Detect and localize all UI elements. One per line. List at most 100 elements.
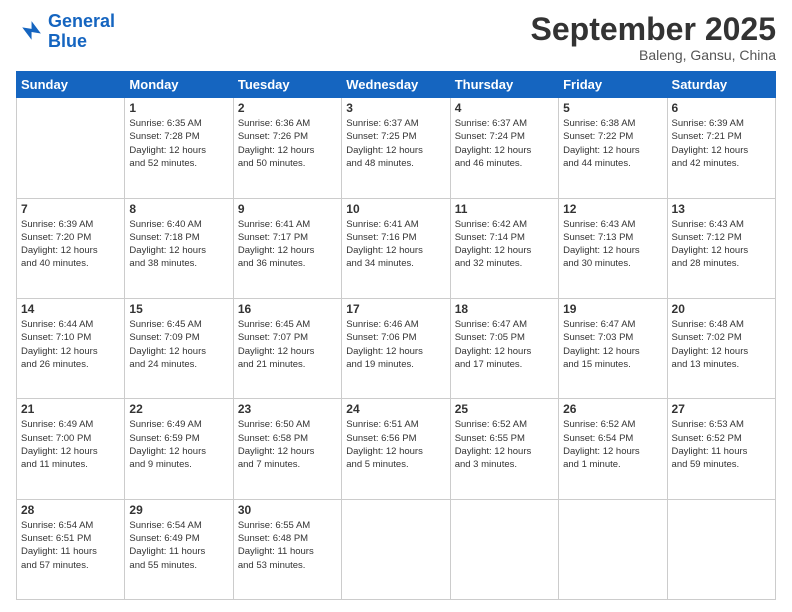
table-row bbox=[667, 499, 775, 599]
table-row: 23 Sunrise: 6:50 AMSunset: 6:58 PMDayligh… bbox=[233, 399, 341, 499]
day-number: 10 bbox=[346, 202, 445, 216]
table-row: 5 Sunrise: 6:38 AMSunset: 7:22 PMDaylight… bbox=[559, 98, 667, 198]
day-info: Sunrise: 6:51 AMSunset: 6:56 PMDaylight:… bbox=[346, 418, 445, 471]
day-number: 25 bbox=[455, 402, 554, 416]
logo-icon bbox=[16, 18, 44, 46]
table-row: 3 Sunrise: 6:37 AMSunset: 7:25 PMDaylight… bbox=[342, 98, 450, 198]
table-row: 18Sunrise: 6:47 AMSunset: 7:05 PMDayligh… bbox=[450, 298, 558, 398]
logo-text: General Blue bbox=[48, 12, 115, 52]
col-wednesday: Wednesday bbox=[342, 72, 450, 98]
calendar-week-row: 28 Sunrise: 6:54 AMSunset: 6:51 PMDayligh… bbox=[17, 499, 776, 599]
day-number: 4 bbox=[455, 101, 554, 115]
header: General Blue September 2025 Baleng, Gans… bbox=[16, 12, 776, 63]
day-info: Sunrise: 6:52 AMSunset: 6:55 PMDaylight:… bbox=[455, 418, 554, 471]
page: General Blue September 2025 Baleng, Gans… bbox=[0, 0, 792, 612]
col-sunday: Sunday bbox=[17, 72, 125, 98]
table-row: 7 Sunrise: 6:39 AMSunset: 7:20 PMDaylight… bbox=[17, 198, 125, 298]
day-info: Sunrise: 6:48 AMSunset: 7:02 PMDaylight:… bbox=[672, 318, 771, 371]
col-monday: Monday bbox=[125, 72, 233, 98]
day-number: 7 bbox=[21, 202, 120, 216]
table-row: 6Sunrise: 6:39 AMSunset: 7:21 PMDaylight… bbox=[667, 98, 775, 198]
day-number: 8 bbox=[129, 202, 228, 216]
table-row: 1Sunrise: 6:35 AMSunset: 7:28 PMDaylight… bbox=[125, 98, 233, 198]
day-number: 26 bbox=[563, 402, 662, 416]
day-number: 3 bbox=[346, 101, 445, 115]
title-block: September 2025 Baleng, Gansu, China bbox=[531, 12, 776, 63]
table-row: 8 Sunrise: 6:40 AMSunset: 7:18 PMDaylight… bbox=[125, 198, 233, 298]
day-number: 12 bbox=[563, 202, 662, 216]
day-info: Sunrise: 6:54 AMSunset: 6:49 PMDaylight:… bbox=[129, 519, 228, 572]
day-info: Sunrise: 6:45 AMSunset: 7:09 PMDaylight:… bbox=[129, 318, 228, 371]
table-row: 26 Sunrise: 6:52 AMSunset: 6:54 PMDayligh… bbox=[559, 399, 667, 499]
day-info: Sunrise: 6:38 AMSunset: 7:22 PMDaylight:… bbox=[563, 117, 662, 170]
calendar-week-row: 1Sunrise: 6:35 AMSunset: 7:28 PMDaylight… bbox=[17, 98, 776, 198]
table-row: 12 Sunrise: 6:43 AMSunset: 7:13 PMDayligh… bbox=[559, 198, 667, 298]
day-info: Sunrise: 6:36 AMSunset: 7:26 PMDaylight:… bbox=[238, 117, 337, 170]
table-row: 24 Sunrise: 6:51 AMSunset: 6:56 PMDayligh… bbox=[342, 399, 450, 499]
calendar-week-row: 7 Sunrise: 6:39 AMSunset: 7:20 PMDaylight… bbox=[17, 198, 776, 298]
day-info: Sunrise: 6:41 AMSunset: 7:16 PMDaylight:… bbox=[346, 218, 445, 271]
calendar-week-row: 21 Sunrise: 6:49 AMSunset: 7:00 PMDayligh… bbox=[17, 399, 776, 499]
day-info: Sunrise: 6:49 AMSunset: 7:00 PMDaylight:… bbox=[21, 418, 120, 471]
col-friday: Friday bbox=[559, 72, 667, 98]
table-row bbox=[17, 98, 125, 198]
table-row: 27Sunrise: 6:53 AMSunset: 6:52 PMDayligh… bbox=[667, 399, 775, 499]
day-info: Sunrise: 6:42 AMSunset: 7:14 PMDaylight:… bbox=[455, 218, 554, 271]
day-info: Sunrise: 6:43 AMSunset: 7:13 PMDaylight:… bbox=[563, 218, 662, 271]
table-row: 4Sunrise: 6:37 AMSunset: 7:24 PMDaylight… bbox=[450, 98, 558, 198]
calendar-table: Sunday Monday Tuesday Wednesday Thursday… bbox=[16, 71, 776, 600]
day-info: Sunrise: 6:54 AMSunset: 6:51 PMDaylight:… bbox=[21, 519, 120, 572]
table-row: 14 Sunrise: 6:44 AMSunset: 7:10 PMDayligh… bbox=[17, 298, 125, 398]
day-number: 24 bbox=[346, 402, 445, 416]
day-info: Sunrise: 6:39 AMSunset: 7:20 PMDaylight:… bbox=[21, 218, 120, 271]
table-row: 17 Sunrise: 6:46 AMSunset: 7:06 PMDayligh… bbox=[342, 298, 450, 398]
day-info: Sunrise: 6:43 AMSunset: 7:12 PMDaylight:… bbox=[672, 218, 771, 271]
day-info: Sunrise: 6:55 AMSunset: 6:48 PMDaylight:… bbox=[238, 519, 337, 572]
calendar-week-row: 14 Sunrise: 6:44 AMSunset: 7:10 PMDayligh… bbox=[17, 298, 776, 398]
calendar-title: September 2025 bbox=[531, 12, 776, 47]
logo-line1: General bbox=[48, 11, 115, 31]
table-row: 22 Sunrise: 6:49 AMSunset: 6:59 PMDayligh… bbox=[125, 399, 233, 499]
day-info: Sunrise: 6:46 AMSunset: 7:06 PMDaylight:… bbox=[346, 318, 445, 371]
day-number: 18 bbox=[455, 302, 554, 316]
day-number: 28 bbox=[21, 503, 120, 517]
day-number: 5 bbox=[563, 101, 662, 115]
day-number: 23 bbox=[238, 402, 337, 416]
day-info: Sunrise: 6:44 AMSunset: 7:10 PMDaylight:… bbox=[21, 318, 120, 371]
table-row bbox=[342, 499, 450, 599]
table-row: 28 Sunrise: 6:54 AMSunset: 6:51 PMDayligh… bbox=[17, 499, 125, 599]
day-number: 15 bbox=[129, 302, 228, 316]
day-number: 29 bbox=[129, 503, 228, 517]
day-info: Sunrise: 6:50 AMSunset: 6:58 PMDaylight:… bbox=[238, 418, 337, 471]
calendar-subtitle: Baleng, Gansu, China bbox=[531, 47, 776, 63]
table-row: 20 Sunrise: 6:48 AMSunset: 7:02 PMDayligh… bbox=[667, 298, 775, 398]
day-info: Sunrise: 6:40 AMSunset: 7:18 PMDaylight:… bbox=[129, 218, 228, 271]
day-number: 30 bbox=[238, 503, 337, 517]
day-info: Sunrise: 6:35 AMSunset: 7:28 PMDaylight:… bbox=[129, 117, 228, 170]
day-info: Sunrise: 6:37 AMSunset: 7:25 PMDaylight:… bbox=[346, 117, 445, 170]
day-info: Sunrise: 6:52 AMSunset: 6:54 PMDaylight:… bbox=[563, 418, 662, 471]
logo: General Blue bbox=[16, 12, 115, 52]
day-number: 11 bbox=[455, 202, 554, 216]
logo-line2: Blue bbox=[48, 31, 87, 51]
day-number: 20 bbox=[672, 302, 771, 316]
day-number: 22 bbox=[129, 402, 228, 416]
table-row: 10 Sunrise: 6:41 AMSunset: 7:16 PMDayligh… bbox=[342, 198, 450, 298]
day-number: 9 bbox=[238, 202, 337, 216]
day-number: 14 bbox=[21, 302, 120, 316]
day-number: 21 bbox=[21, 402, 120, 416]
table-row: 25 Sunrise: 6:52 AMSunset: 6:55 PMDayligh… bbox=[450, 399, 558, 499]
table-row: 29 Sunrise: 6:54 AMSunset: 6:49 PMDayligh… bbox=[125, 499, 233, 599]
table-row: 11 Sunrise: 6:42 AMSunset: 7:14 PMDayligh… bbox=[450, 198, 558, 298]
day-info: Sunrise: 6:47 AMSunset: 7:03 PMDaylight:… bbox=[563, 318, 662, 371]
day-number: 17 bbox=[346, 302, 445, 316]
day-info: Sunrise: 6:41 AMSunset: 7:17 PMDaylight:… bbox=[238, 218, 337, 271]
day-info: Sunrise: 6:39 AMSunset: 7:21 PMDaylight:… bbox=[672, 117, 771, 170]
col-thursday: Thursday bbox=[450, 72, 558, 98]
day-number: 13 bbox=[672, 202, 771, 216]
table-row bbox=[559, 499, 667, 599]
day-info: Sunrise: 6:49 AMSunset: 6:59 PMDaylight:… bbox=[129, 418, 228, 471]
table-row: 2Sunrise: 6:36 AMSunset: 7:26 PMDaylight… bbox=[233, 98, 341, 198]
day-number: 16 bbox=[238, 302, 337, 316]
table-row: 30 Sunrise: 6:55 AMSunset: 6:48 PMDayligh… bbox=[233, 499, 341, 599]
